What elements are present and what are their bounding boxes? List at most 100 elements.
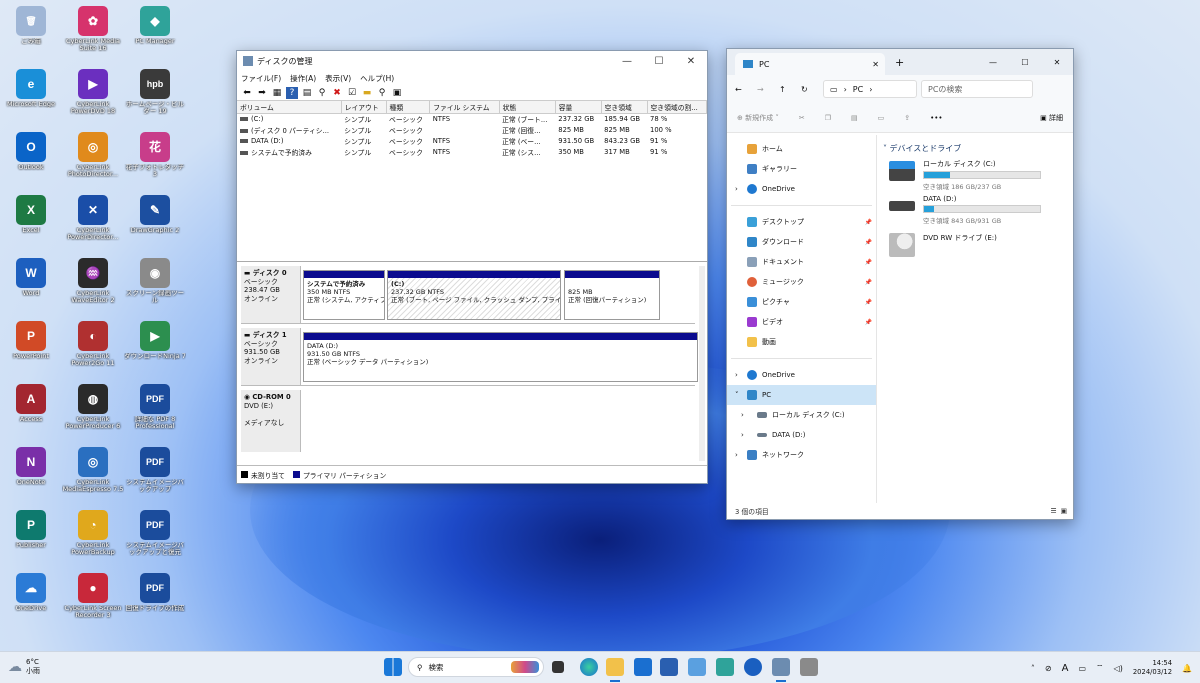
nav-network[interactable]: › ネットワーク <box>727 445 876 465</box>
grid-icon[interactable]: ▦ <box>271 87 283 99</box>
list-icon[interactable]: ▤ <box>301 87 313 99</box>
nav-videos[interactable]: ビデオ 📌 <box>727 312 876 332</box>
nav-local-c[interactable]: › ローカル ディスク (C:) <box>727 405 876 425</box>
minimize-button[interactable]: — <box>977 58 1009 67</box>
details-button[interactable]: ▣ 詳細 <box>1040 113 1063 123</box>
nav-desktop[interactable]: デスクトップ 📌 <box>727 212 876 232</box>
desktop-icon[interactable]: P Publisher <box>0 510 62 549</box>
nav-movies[interactable]: 動画 <box>727 332 876 352</box>
search-icon[interactable]: ⚲ <box>376 87 388 99</box>
pin-icon[interactable]: 📌 <box>865 279 872 286</box>
section-header[interactable]: ˅ デバイスとドライブ <box>883 143 961 154</box>
drive-d[interactable]: DATA (D:) 空き領域 843 GB/931 GB <box>889 195 1041 225</box>
tab-pc[interactable]: PC ✕ <box>735 53 885 75</box>
folder-icon[interactable]: ▬ <box>361 87 373 99</box>
desktop-icon[interactable]: PDF システムイメージバックアップと復元 <box>124 510 186 556</box>
details-view-icon[interactable]: ☰ <box>1050 507 1056 515</box>
tiles-view-icon[interactable]: ▣ <box>1061 507 1067 515</box>
column-header[interactable]: ファイル システム <box>429 101 500 114</box>
desktop-icon[interactable]: ♒ CyberLink WaveEditor 2 <box>62 258 124 304</box>
disk-1-label[interactable]: ▬ ディスク 1 ベーシック 931.50 GB オンライン <box>241 328 301 385</box>
pin-icon[interactable]: 📌 <box>865 319 872 326</box>
desktop-icon[interactable]: ◎ CyberLink MediaEspresso 7.5 <box>62 447 124 493</box>
disk-management-titlebar[interactable]: ディスクの管理 — ☐ ✕ <box>237 51 707 71</box>
pin-icon[interactable]: 📌 <box>865 299 872 306</box>
desktop-icon[interactable]: ✿ CyberLink Media Suite 16 <box>62 6 124 52</box>
delete-icon[interactable]: ✖ <box>331 87 343 99</box>
maximize-button[interactable]: ☐ <box>643 56 675 67</box>
disk-view-scrollbar[interactable] <box>699 266 705 461</box>
disk-0-label[interactable]: ▬ ディスク 0 ベーシック 238.47 GB オンライン <box>241 266 301 323</box>
cdrom-label[interactable]: ◉ CD-ROM 0 DVD (E:) メディアなし <box>241 390 301 452</box>
table-row[interactable]: DATA (D:) シンプル ベーシック NTFS 正常 (ベー... 931.50 GB… <box>237 136 707 147</box>
clock[interactable]: 14:54 2024/03/12 <box>1133 659 1172 677</box>
weather-widget[interactable]: ☁ 6°C 小雨 <box>8 658 40 676</box>
drive-e[interactable]: DVD RW ドライブ (E:) <box>889 233 997 257</box>
pin-icon[interactable]: 📌 <box>865 239 872 246</box>
wifi-icon[interactable]: ⌔ <box>1096 663 1104 673</box>
desktop-icon[interactable]: ✎ DrawGraphic 2 <box>124 195 186 234</box>
taskbar-search[interactable]: ⚲ 検索 <box>408 657 544 677</box>
desktop-icon[interactable]: PDF 回復ドライブの作成 <box>124 573 186 612</box>
desktop-icon[interactable]: N OneNote <box>0 447 62 486</box>
more-icon[interactable]: ••• <box>930 114 942 122</box>
menu-view[interactable]: 表示(V) <box>325 73 351 84</box>
ime-indicator[interactable]: A <box>1062 663 1069 674</box>
paste-icon[interactable]: ▤ <box>851 114 858 122</box>
pin-icon[interactable]: 📌 <box>865 259 872 266</box>
mail-icon[interactable] <box>634 658 652 676</box>
column-header[interactable]: 状態 <box>499 101 556 114</box>
network-off-icon[interactable]: ⊘ <box>1045 664 1052 673</box>
close-button[interactable]: ✕ <box>1041 58 1073 67</box>
partition-data-d[interactable]: DATA (D:) 931.50 GB NTFS 正常 (ベーシック データ パーテ… <box>303 332 698 382</box>
cut-icon[interactable]: ✂ <box>799 114 805 122</box>
nav-onedrive[interactable]: › OneDrive <box>727 179 876 199</box>
nav-pc[interactable]: ˅ PC <box>727 385 876 405</box>
desktop-icon[interactable]: ✕ CyberLink PowerDirector... <box>62 195 124 241</box>
table-row[interactable]: システムで予約済み シンプル ベーシック NTFS 正常 (シス... 350 MB 317… <box>237 147 707 158</box>
store-icon[interactable] <box>660 658 678 676</box>
desktop-icon[interactable]: X Excel <box>0 195 62 234</box>
copilot-icon[interactable] <box>744 658 762 676</box>
nav-gallery[interactable]: ギャラリー <box>727 159 876 179</box>
desktop-icon[interactable]: ◐ CyberLink Power2Go 11 <box>62 321 124 367</box>
pc-manager-icon[interactable] <box>716 658 734 676</box>
copy-icon[interactable]: ❐ <box>825 114 831 122</box>
new-tab-icon[interactable]: + <box>895 56 904 69</box>
column-header[interactable]: 種類 <box>386 101 431 114</box>
address-bar[interactable]: ▭ › PC › <box>823 80 917 98</box>
tab-close-icon[interactable]: ✕ <box>872 60 879 69</box>
nav-downloads[interactable]: ダウンロード 📌 <box>727 232 876 252</box>
partition-c[interactable]: (C:) 237.32 GB NTFS 正常 (ブート, ページ ファイル, クラッ… <box>387 270 561 320</box>
close-button[interactable]: ✕ <box>675 56 707 67</box>
app-icon[interactable] <box>800 658 818 676</box>
nav-documents[interactable]: ドキュメント 📌 <box>727 252 876 272</box>
column-header[interactable]: 空き領域の割... <box>647 101 708 114</box>
task-view-icon[interactable] <box>552 661 564 673</box>
nav-pictures[interactable]: ピクチャ 📌 <box>727 292 876 312</box>
file-explorer-icon[interactable] <box>606 658 624 676</box>
minimize-button[interactable]: — <box>611 56 643 67</box>
search-input[interactable]: PCの検索 <box>921 80 1033 98</box>
maximize-button[interactable]: ☐ <box>1009 58 1041 67</box>
display-icon[interactable]: ▭ <box>1078 664 1086 673</box>
chevron-up-icon[interactable]: ˄ <box>1031 664 1035 673</box>
desktop-icon[interactable]: P PowerPoint <box>0 321 62 360</box>
back-icon[interactable]: ⬅ <box>241 87 253 99</box>
help-icon[interactable]: ? <box>286 86 298 99</box>
new-item-button[interactable]: ⊕ 新規作成 ˅ <box>737 113 779 123</box>
desktop-icon[interactable]: PDF 詳細な PDF 8 Professional <box>124 384 186 430</box>
back-icon[interactable]: ← <box>735 85 757 94</box>
volume-icon[interactable]: ◁) <box>1114 664 1123 673</box>
disk-management-icon[interactable] <box>772 658 790 676</box>
desktop-icon[interactable]: hpb ホームページ・ビルダー 19 <box>124 69 186 115</box>
column-header[interactable]: レイアウト <box>341 101 387 114</box>
nav-home[interactable]: ホーム <box>727 139 876 159</box>
desktop-icon[interactable]: ● CyberLink Screen Recorder 3 <box>62 573 124 619</box>
share-icon[interactable]: ⇪ <box>904 114 910 122</box>
column-header[interactable]: 空き領域 <box>601 101 648 114</box>
column-header[interactable]: ボリューム <box>237 101 342 114</box>
nav-music[interactable]: ミュージック 📌 <box>727 272 876 292</box>
up-icon[interactable]: ↑ <box>779 85 801 94</box>
desktop-icon[interactable]: e Microsoft Edge <box>0 69 62 108</box>
